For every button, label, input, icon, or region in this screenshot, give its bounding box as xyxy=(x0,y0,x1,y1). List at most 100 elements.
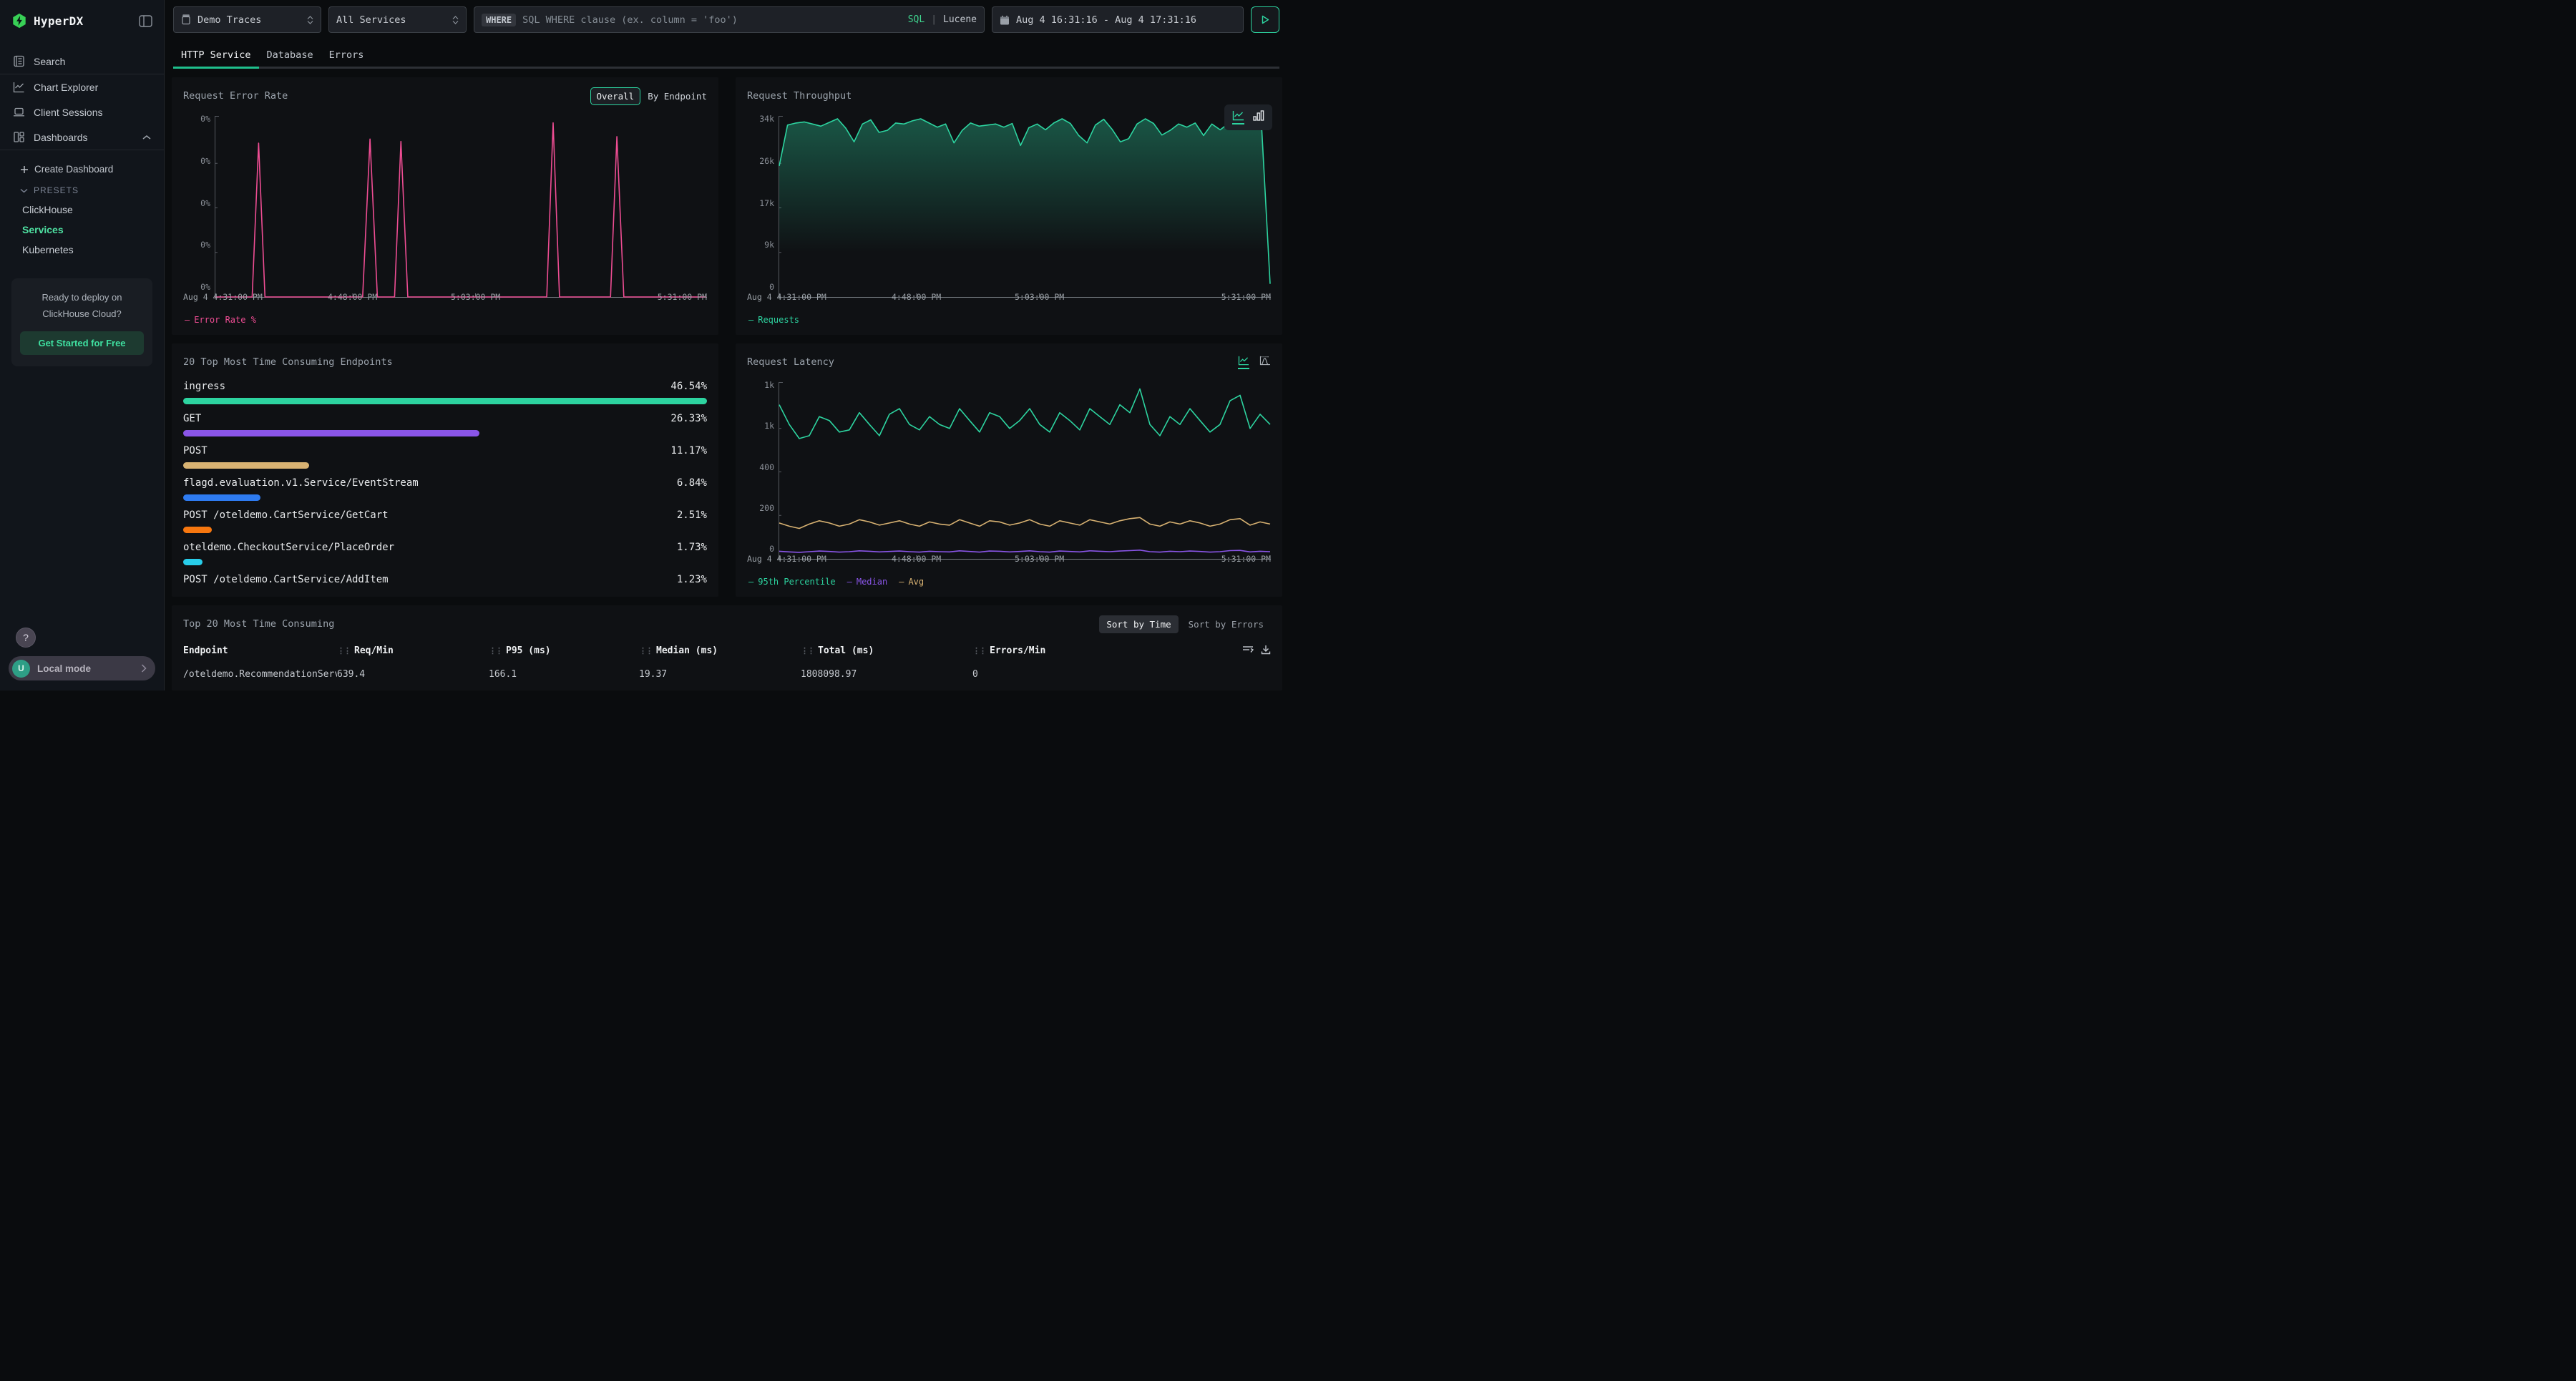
table-row[interactable]: /oteldemo.RecommendationServ639.4166.119… xyxy=(183,658,1271,680)
y-tick-label: 26k xyxy=(759,156,774,166)
endpoint-bar-row[interactable]: flagd.evaluation.v1.Service/EventStream6… xyxy=(183,477,707,501)
column-header[interactable]: Endpoint xyxy=(183,645,337,656)
legend-item[interactable]: —Error Rate % xyxy=(185,315,256,325)
sidebar-item-client-sessions[interactable]: Client Sessions xyxy=(0,99,164,125)
endpoint-bar-row[interactable]: POST11.17% xyxy=(183,445,707,469)
endpoint-label: flagd.evaluation.v1.Service/EventStream xyxy=(183,477,419,489)
sort-by-time-button[interactable]: Sort by Time xyxy=(1099,615,1178,633)
y-tick-label: 200 xyxy=(759,503,774,513)
bar-chart-mode-icon[interactable] xyxy=(1253,110,1264,125)
search-journal-icon xyxy=(13,55,25,67)
drag-handle-icon[interactable]: ⋮⋮ xyxy=(972,646,985,655)
y-tick-label: 400 xyxy=(759,462,774,472)
promo-text-line1: Ready to deploy on xyxy=(20,290,144,306)
dashboards-submenu: Create Dashboard PRESETS ClickHouse Serv… xyxy=(0,150,164,260)
select-chevrons-icon xyxy=(307,16,313,24)
chart-legend: —95th Percentile —Median —Avg xyxy=(748,577,1271,587)
histogram-mode-icon[interactable] xyxy=(1259,356,1271,369)
create-dashboard-button[interactable]: Create Dashboard xyxy=(0,159,164,180)
where-search-box[interactable]: WHERE SQL | Lucene xyxy=(474,6,985,33)
help-button[interactable]: ? xyxy=(16,628,36,648)
endpoint-bar-row[interactable]: ingress46.54% xyxy=(183,381,707,404)
hyperdx-logo-icon xyxy=(11,13,27,29)
y-tick-label: 9k xyxy=(764,240,774,250)
get-started-button[interactable]: Get Started for Free xyxy=(20,331,144,355)
column-header[interactable]: ⋮⋮Errors/Min xyxy=(972,645,1229,656)
service-select[interactable]: All Services xyxy=(328,6,467,33)
hyperdx-app: HyperDX Search Chart Explorer xyxy=(0,0,1288,690)
table-cell: 19.37 xyxy=(639,669,801,680)
endpoint-percent: 26.33% xyxy=(670,413,707,424)
presets-header[interactable]: PRESETS xyxy=(0,180,164,200)
download-icon[interactable] xyxy=(1261,644,1271,658)
tab-database[interactable]: Database xyxy=(259,43,321,69)
x-tick-label: 5:03:00 PM xyxy=(451,292,500,302)
plus-icon xyxy=(20,165,29,174)
chevron-down-icon xyxy=(20,188,28,193)
tab-http-service[interactable]: HTTP Service xyxy=(173,43,259,69)
x-tick-label: 5:03:00 PM xyxy=(1015,554,1064,564)
latency-chart[interactable] xyxy=(779,379,1271,550)
time-range-picker[interactable]: Aug 4 16:31:16 - Aug 4 17:31:16 xyxy=(992,6,1244,33)
y-tick-label: 0% xyxy=(200,156,210,166)
throughput-chart[interactable] xyxy=(779,113,1271,288)
run-query-button[interactable] xyxy=(1251,6,1279,33)
source-select[interactable]: Demo Traces xyxy=(173,6,321,33)
x-axis-labels: Aug 4 4:31:00 PM4:48:00 PM5:03:00 PM5:31… xyxy=(747,552,1271,567)
x-tick-label: 4:48:00 PM xyxy=(892,292,941,302)
endpoint-percent: 2.51% xyxy=(677,509,707,521)
sidebar-item-dashboards[interactable]: Dashboards xyxy=(0,125,164,150)
sidebar-item-services[interactable]: Services xyxy=(0,220,164,240)
lucene-mode-toggle[interactable]: Lucene xyxy=(943,14,977,25)
where-chip: WHERE xyxy=(482,14,516,26)
sql-mode-toggle[interactable]: SQL xyxy=(908,14,924,25)
chart-type-switcher xyxy=(1224,104,1272,130)
column-settings-icon[interactable] xyxy=(1242,644,1254,658)
sidebar-item-clickhouse[interactable]: ClickHouse xyxy=(0,200,164,220)
endpoint-bar-row[interactable]: POST /oteldemo.CartService/GetCart2.51% xyxy=(183,509,707,533)
drag-handle-icon[interactable]: ⋮⋮ xyxy=(639,646,652,655)
legend-item[interactable]: —Requests xyxy=(748,315,799,325)
table-cell: 0 xyxy=(972,669,1229,680)
sidebar-item-chart-explorer[interactable]: Chart Explorer xyxy=(0,74,164,99)
local-mode-button[interactable]: U Local mode xyxy=(9,656,155,680)
line-chart-mode-icon[interactable] xyxy=(1238,356,1249,369)
y-tick-label: 34k xyxy=(759,114,774,124)
panel-request-error-rate: Request Error Rate Overall By Endpoint 0… xyxy=(172,77,718,335)
y-axis-labels: 1k1k4002000 xyxy=(747,379,779,550)
table-cell: 166.1 xyxy=(489,669,639,680)
column-header[interactable]: ⋮⋮Total (ms) xyxy=(801,645,972,656)
overall-toggle-button[interactable]: Overall xyxy=(590,87,641,105)
drag-handle-icon[interactable]: ⋮⋮ xyxy=(489,646,502,655)
drag-handle-icon[interactable]: ⋮⋮ xyxy=(801,646,814,655)
legend-item[interactable]: —Median xyxy=(847,577,888,587)
table-cell: /oteldemo.RecommendationServ xyxy=(183,669,337,680)
drag-handle-icon[interactable]: ⋮⋮ xyxy=(337,646,350,655)
table-cell: 1808098.97 xyxy=(801,669,972,680)
panel-title: Top 20 Most Time Consuming xyxy=(183,618,334,630)
chart-legend: —Requests xyxy=(748,315,1271,325)
column-header[interactable]: ⋮⋮Req/Min xyxy=(337,645,489,656)
dashboards-grid-icon xyxy=(13,131,25,143)
panel-top-table: Top 20 Most Time Consuming Sort by Time … xyxy=(172,605,1282,690)
column-header[interactable]: ⋮⋮Median (ms) xyxy=(639,645,801,656)
sidebar-item-search[interactable]: Search xyxy=(0,49,164,74)
panel-top-endpoints: 20 Top Most Time Consuming Endpoints ing… xyxy=(172,343,718,597)
by-endpoint-toggle[interactable]: By Endpoint xyxy=(648,91,707,102)
endpoint-bar-row[interactable]: oteldemo.CheckoutService/PlaceOrder1.73% xyxy=(183,542,707,565)
legend-item[interactable]: —95th Percentile xyxy=(748,577,836,587)
legend-item[interactable]: —Avg xyxy=(899,577,924,587)
tab-errors[interactable]: Errors xyxy=(321,43,372,69)
column-header[interactable]: ⋮⋮P95 (ms) xyxy=(489,645,639,656)
collapse-sidebar-icon[interactable] xyxy=(139,15,152,27)
sort-by-errors-button[interactable]: Sort by Errors xyxy=(1181,615,1271,633)
search-input[interactable] xyxy=(522,14,902,26)
endpoint-bar-row[interactable]: GET26.33% xyxy=(183,413,707,436)
endpoint-bar-row[interactable]: POST /oteldemo.CartService/AddItem1.23% xyxy=(183,574,707,588)
x-tick-label: 5:31:00 PM xyxy=(658,292,707,302)
y-tick-label: 0% xyxy=(200,198,210,208)
x-tick-label: Aug 4 4:31:00 PM xyxy=(747,292,826,302)
line-chart-mode-icon[interactable] xyxy=(1232,110,1244,125)
error-rate-chart[interactable] xyxy=(215,113,707,288)
sidebar-item-kubernetes[interactable]: Kubernetes xyxy=(0,240,164,260)
